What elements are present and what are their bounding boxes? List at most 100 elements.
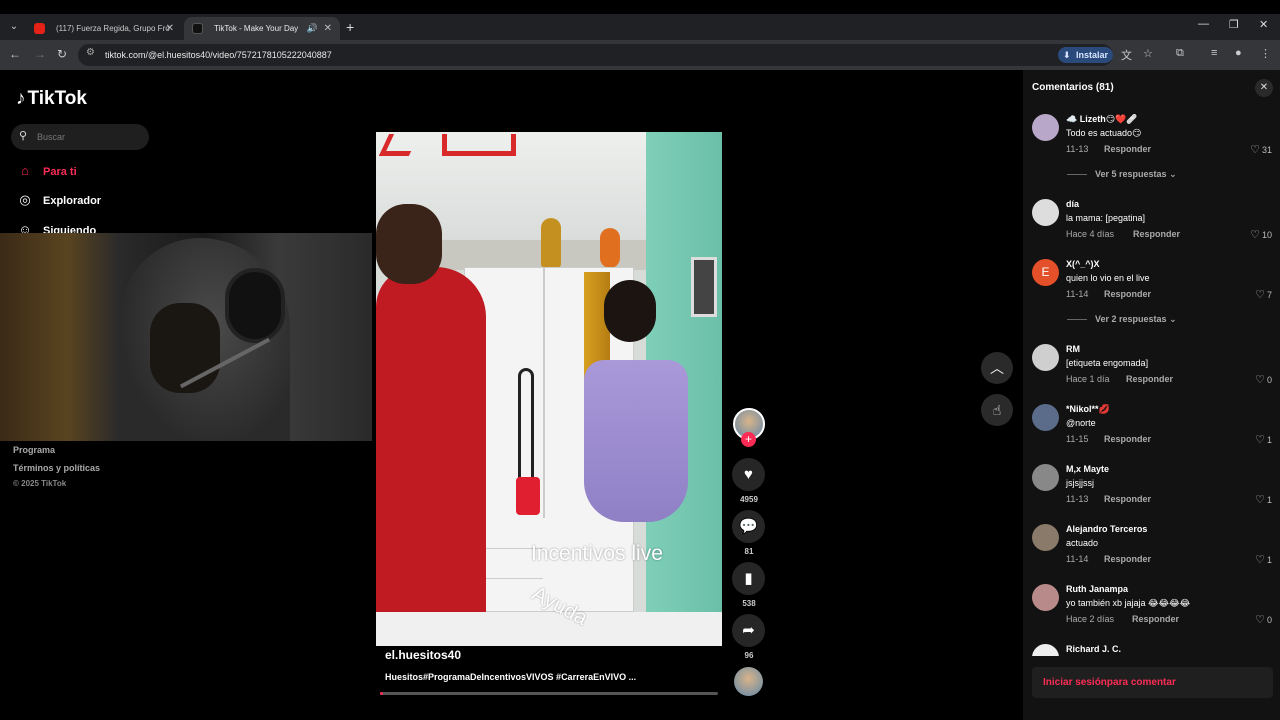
next-video-button[interactable]: ☝ bbox=[981, 394, 1013, 426]
login-to-comment-bar[interactable]: Iniciar sesiónpara comentar bbox=[1032, 667, 1273, 698]
tiktok-note-icon: ♪ bbox=[16, 88, 26, 109]
comment-item: ☁️ Lizeth😏❤️🩹 Todo es actuado😏 11-13 Res… bbox=[1032, 114, 1276, 170]
divider-line bbox=[1067, 174, 1087, 176]
comment-date: 11-15 bbox=[1066, 434, 1089, 444]
video-floor bbox=[376, 612, 722, 646]
search-input[interactable]: ⚲ Buscar bbox=[11, 124, 149, 150]
comments-title: Comentarios (81) bbox=[1032, 82, 1114, 93]
reply-button[interactable]: Responder bbox=[1126, 374, 1173, 384]
tiktok-favicon-icon bbox=[192, 23, 203, 34]
heart-outline-icon: ♡ bbox=[1255, 494, 1265, 506]
comment-like-button[interactable]: ♡ 10 bbox=[1250, 228, 1272, 241]
like-button[interactable]: ♥ bbox=[732, 458, 765, 491]
comment-like-button[interactable]: ♡ 1 bbox=[1255, 493, 1272, 506]
video-player[interactable]: Incentivos live Ayuda bbox=[376, 132, 722, 646]
comment-like-button[interactable]: ♡ 0 bbox=[1255, 373, 1272, 386]
reply-button[interactable]: Responder bbox=[1104, 494, 1151, 504]
reply-button[interactable]: Responder bbox=[1104, 554, 1151, 564]
comment-button[interactable]: 💬 bbox=[732, 510, 765, 543]
screen-top-strip bbox=[0, 0, 1280, 14]
share-button[interactable]: ➦ bbox=[732, 614, 765, 647]
comment-author[interactable]: M,x Mayte bbox=[1066, 464, 1109, 474]
minimize-icon[interactable]: — bbox=[1198, 18, 1209, 30]
comment-date: Hace 4 días bbox=[1066, 229, 1115, 239]
close-comments-button[interactable]: ✕ bbox=[1255, 79, 1273, 97]
comment-author[interactable]: ☁️ Lizeth😏❤️🩹 bbox=[1066, 114, 1138, 125]
avatar[interactable] bbox=[1032, 584, 1059, 611]
login-to-comment-link[interactable]: Iniciar sesiónpara comentar bbox=[1043, 667, 1176, 698]
tab-search-button[interactable]: ⌄ bbox=[5, 18, 23, 36]
avatar[interactable] bbox=[1032, 344, 1059, 371]
restore-icon[interactable]: ❐ bbox=[1229, 18, 1239, 31]
comment-author[interactable]: Alejandro Terceros bbox=[1066, 524, 1147, 534]
comment-author[interactable]: RM bbox=[1066, 344, 1080, 354]
video-person-dress bbox=[584, 360, 688, 522]
site-info-icon[interactable]: ⚙ bbox=[86, 47, 95, 58]
comment-author[interactable]: Ruth Janampa bbox=[1066, 584, 1128, 594]
footer-terminos-link[interactable]: Términos y políticas bbox=[13, 463, 100, 473]
comment-item: Alejandro Terceros actuado 11-14 Respond… bbox=[1032, 524, 1276, 580]
reply-button[interactable]: Responder bbox=[1133, 229, 1180, 239]
comment-like-button[interactable]: ♡ 0 bbox=[1255, 613, 1272, 626]
address-bar: ← → ↻ ⚙ tiktok.com/@el.huesitos40/video/… bbox=[0, 40, 1280, 70]
comment-author[interactable]: Richard J. C. bbox=[1066, 644, 1121, 654]
menu-kebab-icon[interactable]: ⋮ bbox=[1260, 47, 1271, 60]
tab-youtube[interactable]: (117) Fuerza Regida, Grupo Fro ✕ bbox=[26, 17, 182, 40]
reply-button[interactable]: Responder bbox=[1104, 434, 1151, 444]
reply-button[interactable]: Responder bbox=[1104, 144, 1151, 154]
close-tab-icon[interactable]: ✕ bbox=[324, 17, 332, 40]
comment-like-button[interactable]: ♡ 31 bbox=[1250, 143, 1272, 156]
tab-tiktok[interactable]: TikTok - Make Your Day 🔊 ✕ bbox=[184, 17, 340, 40]
avatar[interactable] bbox=[1032, 524, 1059, 551]
reload-icon[interactable]: ↻ bbox=[57, 47, 67, 61]
avatar[interactable] bbox=[1032, 114, 1059, 141]
heart-outline-icon: ♡ bbox=[1255, 614, 1265, 626]
avatar[interactable] bbox=[1032, 464, 1059, 491]
video-progress-bar[interactable] bbox=[380, 692, 718, 695]
tiktok-logo[interactable]: ♪ TikTok bbox=[16, 88, 87, 110]
avatar[interactable] bbox=[1032, 644, 1059, 656]
comment-author[interactable]: X(^_^)X bbox=[1066, 259, 1100, 269]
install-app-button[interactable]: ⬇ Instalar bbox=[1058, 47, 1113, 63]
close-window-icon[interactable]: ✕ bbox=[1259, 18, 1268, 31]
avatar[interactable] bbox=[1032, 199, 1059, 226]
comment-like-button[interactable]: ♡ 7 bbox=[1255, 288, 1272, 301]
translate-icon[interactable]: 文 bbox=[1121, 47, 1132, 63]
comment-author[interactable]: día bbox=[1066, 199, 1079, 209]
avatar[interactable] bbox=[1032, 404, 1059, 431]
video-toy bbox=[541, 218, 561, 268]
footer-programa-link[interactable]: Programa bbox=[13, 445, 55, 455]
follow-plus-icon[interactable]: + bbox=[741, 432, 756, 447]
music-disc-avatar[interactable] bbox=[734, 667, 763, 696]
media-control-icon[interactable]: ≡ bbox=[1211, 47, 1217, 59]
view-replies-button[interactable]: Ver 2 respuestas ⌄ bbox=[1067, 314, 1177, 325]
comment-like-button[interactable]: ♡ 1 bbox=[1255, 433, 1272, 446]
previous-video-button[interactable]: ︿ bbox=[981, 352, 1013, 384]
speaker-icon[interactable]: 🔊 bbox=[307, 17, 318, 40]
back-icon[interactable]: ← bbox=[9, 47, 21, 61]
profile-avatar-icon[interactable]: ● bbox=[1235, 47, 1242, 59]
forward-icon[interactable]: → bbox=[34, 47, 46, 61]
bookmark-star-icon[interactable]: ☆ bbox=[1143, 47, 1153, 60]
save-button[interactable]: ▮ bbox=[732, 562, 765, 595]
video-person-head bbox=[604, 280, 656, 342]
video-caption[interactable]: Huesitos#ProgramaDeIncentivosVIVOS #Carr… bbox=[385, 672, 636, 682]
comment-text: yo también xb jajaja 😂😂😂😂 bbox=[1066, 598, 1191, 608]
sidebar-item-explorador[interactable]: ◎ Explorador bbox=[16, 190, 101, 210]
install-label: Instalar bbox=[1076, 50, 1109, 60]
extensions-icon[interactable]: ⧉ bbox=[1176, 47, 1184, 60]
reply-button[interactable]: Responder bbox=[1132, 614, 1179, 624]
video-author[interactable]: el.huesitos40 bbox=[385, 648, 461, 662]
close-tab-icon[interactable]: ✕ bbox=[166, 17, 174, 40]
url-field[interactable]: ⚙ tiktok.com/@el.huesitos40/video/757217… bbox=[78, 44, 1113, 66]
comment-date: Hace 2 días bbox=[1066, 614, 1115, 624]
new-tab-button[interactable]: + bbox=[346, 17, 354, 37]
comment-author[interactable]: *Nikol**💋 bbox=[1066, 404, 1110, 415]
comment-like-button[interactable]: ♡ 1 bbox=[1255, 553, 1272, 566]
avatar[interactable]: E bbox=[1032, 259, 1059, 286]
reply-button[interactable]: Responder bbox=[1104, 289, 1151, 299]
video-red-bag bbox=[516, 477, 540, 515]
sidebar-item-para-ti[interactable]: ⌂ Para ti bbox=[16, 161, 77, 181]
view-replies-button[interactable]: Ver 5 respuestas ⌄ bbox=[1067, 169, 1177, 180]
video-progress-fill bbox=[380, 692, 384, 695]
